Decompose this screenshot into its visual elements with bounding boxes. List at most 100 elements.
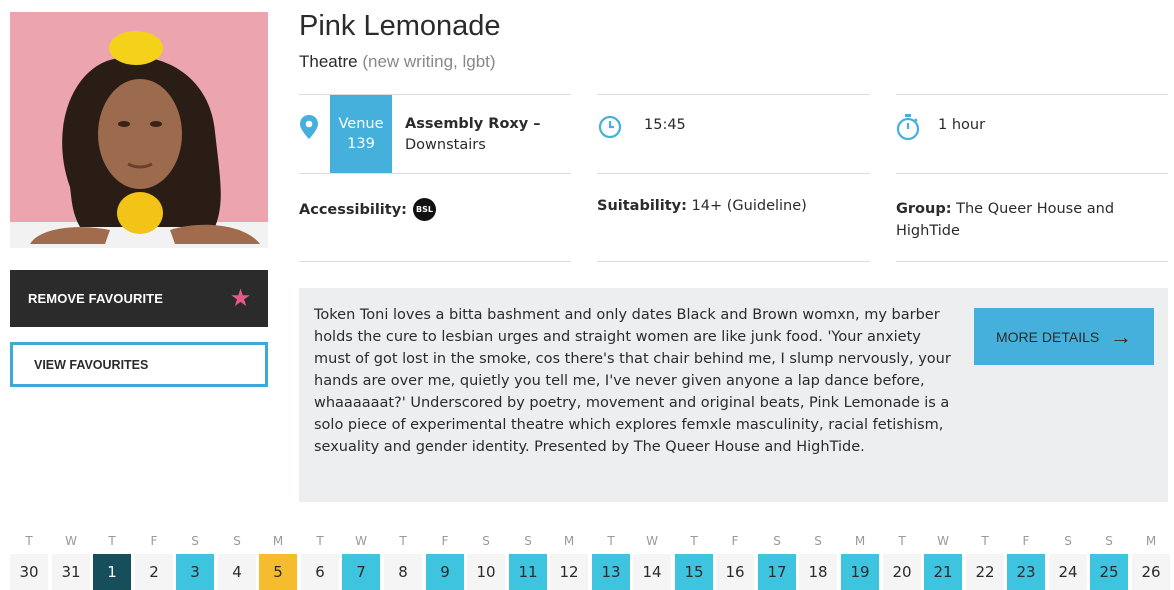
calendar-day[interactable]: F 23 xyxy=(1007,528,1045,590)
calendar-date: 8 xyxy=(384,554,422,590)
calendar-weekday: T xyxy=(25,534,33,548)
divider xyxy=(597,261,870,262)
calendar-day[interactable]: M 26 xyxy=(1132,528,1170,590)
show-tags: (new writing, lgbt) xyxy=(362,52,496,71)
calendar-day[interactable]: S 10 xyxy=(467,528,505,590)
calendar-day[interactable]: S 11 xyxy=(509,528,547,590)
calendar-date: 22 xyxy=(966,554,1004,590)
venue-badge-word: Venue xyxy=(338,116,384,132)
more-details-button[interactable]: MORE DETAILS → xyxy=(974,308,1154,365)
calendar-day[interactable]: M 12 xyxy=(550,528,588,590)
arrow-right-icon: → xyxy=(1110,323,1132,349)
calendar-day[interactable]: T 30 xyxy=(10,528,48,590)
calendar-day[interactable]: W 21 xyxy=(924,528,962,590)
calendar-weekday: M xyxy=(1145,534,1157,548)
calendar-weekday: T xyxy=(316,534,324,548)
calendar-date: 30 xyxy=(10,554,48,590)
calendar-date: 5 xyxy=(259,554,297,590)
calendar-date: 18 xyxy=(799,554,837,590)
calendar-date: 3 xyxy=(176,554,214,590)
calendar-weekday: S xyxy=(524,534,532,548)
calendar-weekday: T xyxy=(981,534,989,548)
remove-favourite-button[interactable]: REMOVE FAVOURITE ★ xyxy=(10,270,268,327)
calendar-day[interactable]: S 18 xyxy=(799,528,837,590)
calendar-date: 10 xyxy=(467,554,505,590)
calendar-day[interactable]: T6 xyxy=(301,528,339,590)
calendar-day[interactable]: T8 xyxy=(384,528,422,590)
calendar-day[interactable]: W 31 xyxy=(52,528,90,590)
group-label: Group: xyxy=(896,201,952,217)
calendar-date: 23 xyxy=(1007,554,1045,590)
calendar-day[interactable]: M 19 xyxy=(841,528,879,590)
calendar-weekday: S xyxy=(191,534,199,548)
calendar-weekday: F xyxy=(150,534,158,548)
calendar-day[interactable]: F9 xyxy=(426,528,464,590)
calendar-day[interactable]: M5 xyxy=(259,528,297,590)
calendar-date: 17 xyxy=(758,554,796,590)
divider xyxy=(299,173,571,174)
calendar-weekday: M xyxy=(563,534,575,548)
divider xyxy=(896,261,1168,262)
view-favourites-label: VIEW FAVOURITES xyxy=(34,357,149,372)
suitability-info: Suitability: 14+ (Guideline) xyxy=(597,198,807,214)
calendar-date: 19 xyxy=(841,554,879,590)
stopwatch-icon xyxy=(896,114,920,145)
divider xyxy=(896,94,1168,95)
suitability-value: 14+ (Guideline) xyxy=(686,198,807,214)
calendar-day[interactable]: S 25 xyxy=(1090,528,1128,590)
accessibility-label: Accessibility: xyxy=(299,201,407,218)
calendar-weekday: S xyxy=(773,534,781,548)
show-photo xyxy=(10,12,268,248)
show-duration: 1 hour xyxy=(938,117,986,133)
calendar-date: 9 xyxy=(426,554,464,590)
calendar-weekday: M xyxy=(272,534,284,548)
calendar-day[interactable]: S 24 xyxy=(1049,528,1087,590)
calendar-date: 24 xyxy=(1049,554,1087,590)
show-photo-illustration xyxy=(10,12,268,248)
calendar-day[interactable]: S3 xyxy=(176,528,214,590)
calendar-day[interactable]: W7 xyxy=(342,528,380,590)
calendar-weekday: F xyxy=(1022,534,1030,548)
calendar-day[interactable]: S4 xyxy=(218,528,256,590)
divider xyxy=(299,261,571,262)
calendar-weekday: S xyxy=(233,534,241,548)
venue-name[interactable]: Assembly Roxy – Downstairs xyxy=(405,114,565,156)
calendar-weekday: S xyxy=(1064,534,1072,548)
calendar-day[interactable]: T 13 xyxy=(592,528,630,590)
calendar-date: 13 xyxy=(592,554,630,590)
calendar-day[interactable]: W 14 xyxy=(633,528,671,590)
clock-icon xyxy=(598,115,622,143)
venue-badge-number: 139 xyxy=(347,136,375,152)
show-description: Token Toni loves a bitta bashment and on… xyxy=(314,307,951,455)
calendar-date: 7 xyxy=(342,554,380,590)
divider xyxy=(896,173,1168,174)
calendar-date: 12 xyxy=(550,554,588,590)
calendar-day[interactable]: F2 xyxy=(135,528,173,590)
calendar-day[interactable]: S 17 xyxy=(758,528,796,590)
show-category: Theatre xyxy=(299,52,358,71)
calendar-day[interactable]: F 16 xyxy=(716,528,754,590)
calendar-date: 6 xyxy=(301,554,339,590)
calendar-date: 4 xyxy=(218,554,256,590)
show-time: 15:45 xyxy=(644,117,686,133)
calendar-date: 26 xyxy=(1132,554,1170,590)
view-favourites-button[interactable]: VIEW FAVOURITES xyxy=(10,342,268,387)
date-calendar-strip: T 30 W 31 T 1 F 2 S 3 S 4 M 5 T 6 W 7 T 8 F 9 S 10 S 11 M 12 T 13 W 14 T… xyxy=(10,528,1170,590)
calendar-weekday: S xyxy=(814,534,822,548)
calendar-date: 31 xyxy=(52,554,90,590)
show-title: Pink Lemonade xyxy=(299,10,501,42)
remove-favourite-label: REMOVE FAVOURITE xyxy=(28,291,163,306)
calendar-weekday: M xyxy=(854,534,866,548)
more-details-label: MORE DETAILS xyxy=(996,328,1100,345)
calendar-weekday: F xyxy=(441,534,449,548)
calendar-day[interactable]: T 20 xyxy=(883,528,921,590)
divider xyxy=(597,94,870,95)
suitability-label: Suitability: xyxy=(597,198,687,214)
calendar-day[interactable]: T 15 xyxy=(675,528,713,590)
calendar-weekday: W xyxy=(65,534,77,548)
calendar-date: 15 xyxy=(675,554,713,590)
calendar-day[interactable]: T 22 xyxy=(966,528,1004,590)
calendar-weekday: T xyxy=(108,534,116,548)
calendar-weekday: S xyxy=(1105,534,1113,548)
calendar-day[interactable]: T1 xyxy=(93,528,131,590)
